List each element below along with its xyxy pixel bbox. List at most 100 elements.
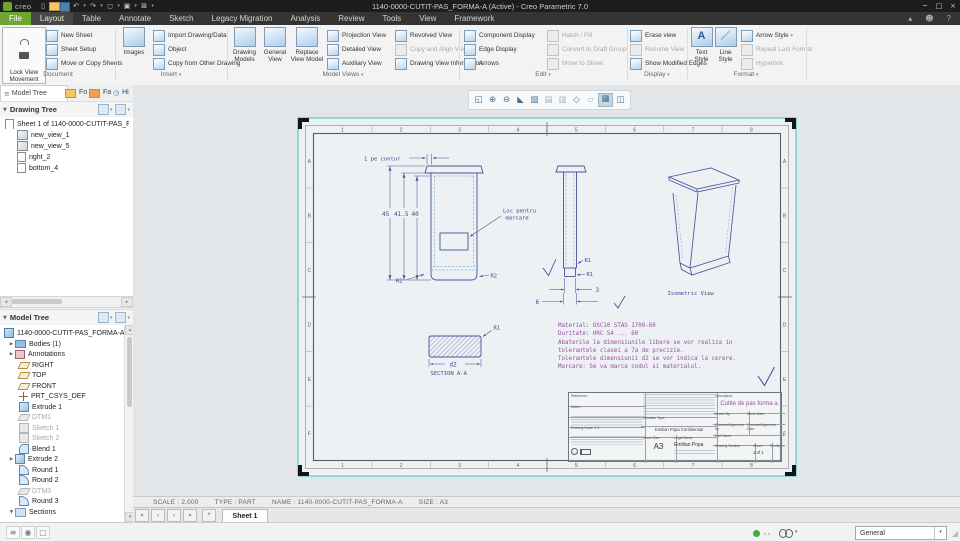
- view-graph-icon[interactable]: ◫: [614, 94, 627, 106]
- tab-sheet-1[interactable]: Sheet 1: [222, 508, 268, 523]
- tree-item-round-2[interactable]: Round 2: [0, 475, 143, 485]
- detailed-view-button[interactable]: Detailed View: [327, 43, 381, 56]
- prev-sheet-icon[interactable]: ‹: [151, 509, 165, 522]
- arrows-button[interactable]: Arrows: [464, 57, 499, 70]
- zoom-in-icon[interactable]: ⊕: [486, 94, 499, 106]
- selection-filter-select[interactable]: General ▾: [855, 526, 947, 540]
- erase-view-button[interactable]: Erase view: [630, 29, 676, 42]
- search-dropdown-icon[interactable]: ▾: [795, 529, 798, 535]
- collapse-icon[interactable]: ▼: [3, 107, 7, 113]
- minimize-ribbon-icon[interactable]: ▴: [899, 12, 921, 25]
- images-button[interactable]: Images: [118, 27, 150, 56]
- web-browser-icon[interactable]: ◉: [21, 526, 35, 539]
- tree-item-round-1[interactable]: Round 1: [0, 465, 143, 475]
- tree-item-sketch-2[interactable]: Sketch 2: [0, 433, 143, 443]
- tree-item-new-view-1[interactable]: new_view_1: [0, 130, 141, 140]
- drawing-tree-hscrollbar[interactable]: ◂ ▸: [0, 296, 133, 308]
- search-icon[interactable]: [779, 529, 793, 538]
- arrow-style-button[interactable]: Arrow Style ▾: [741, 29, 793, 42]
- quick-access-customize-icon[interactable]: ▾: [150, 1, 156, 11]
- projection-view-button[interactable]: Projection View: [327, 29, 386, 42]
- tree-filters-icon[interactable]: [97, 104, 109, 115]
- tab-framework[interactable]: Framework: [445, 12, 503, 25]
- display-style-icon[interactable]: ▧: [528, 94, 541, 106]
- tree-item-sketch-1[interactable]: Sketch 1: [0, 423, 143, 433]
- tree-item-dtm1[interactable]: DTM1: [0, 412, 143, 422]
- open-file-icon[interactable]: [48, 1, 60, 11]
- scroll-left-icon[interactable]: ◂: [0, 297, 12, 307]
- maximize-button[interactable]: □: [932, 1, 946, 11]
- replace-view-model-button[interactable]: Replace View Model: [290, 27, 324, 63]
- first-sheet-icon[interactable]: «: [135, 509, 149, 522]
- tab-table[interactable]: Table: [73, 12, 110, 25]
- text-style-button[interactable]: A Text Style: [690, 27, 713, 63]
- redo-icon[interactable]: ↷: [88, 1, 99, 11]
- save-icon[interactable]: [60, 1, 71, 12]
- move-copy-sheets-button[interactable]: Move or Copy Sheets: [46, 57, 122, 70]
- close-window-icon[interactable]: ⊠: [139, 1, 150, 11]
- scroll-right-icon[interactable]: ▸: [121, 297, 133, 307]
- tree-item-top-plane[interactable]: TOP: [0, 370, 143, 380]
- group-insert[interactable]: Insert ▾: [116, 71, 226, 78]
- last-sheet-icon[interactable]: »: [183, 509, 197, 522]
- window-box-icon[interactable]: ▢: [36, 526, 50, 539]
- tab-layout[interactable]: Layout: [30, 12, 73, 25]
- group-format[interactable]: Format ▾: [688, 71, 804, 78]
- filter-dropdown-icon[interactable]: ▾: [934, 527, 946, 539]
- resize-grip-icon[interactable]: ◢: [952, 529, 958, 538]
- tab-sketch[interactable]: Sketch: [160, 12, 202, 25]
- line-style-button[interactable]: ／ Line Style: [714, 27, 737, 63]
- repaint-icon[interactable]: ◣: [514, 94, 527, 106]
- tab-annotate[interactable]: Annotate: [110, 12, 160, 25]
- tree-settings-icon[interactable]: [115, 104, 127, 115]
- close-button[interactable]: ×: [946, 1, 960, 11]
- vscroll-thumb[interactable]: [126, 337, 132, 407]
- auxiliary-view-button[interactable]: Auxiliary View: [327, 57, 382, 70]
- next-sheet-icon[interactable]: ›: [167, 509, 181, 522]
- windows-icon[interactable]: ▣: [122, 1, 133, 11]
- group-display[interactable]: Display ▾: [628, 71, 686, 78]
- tab-model-tree[interactable]: ≡ Model Tree: [0, 85, 68, 101]
- saved-views-icon[interactable]: ▤: [542, 94, 555, 106]
- annotation-display-icon[interactable]: ▱: [584, 94, 597, 106]
- datum-filters-icon[interactable]: ▦: [598, 93, 613, 107]
- collapse-icon[interactable]: ▼: [3, 315, 7, 321]
- model-tree-settings-icon[interactable]: [115, 312, 127, 323]
- drawing-notes[interactable]: Material: OSC10 STAS 1700-60 Duritate: H…: [558, 322, 753, 372]
- datum-display-icon[interactable]: ◇: [570, 94, 583, 106]
- zoom-out-icon[interactable]: ⊖: [500, 94, 513, 106]
- tree-item-dtm3[interactable]: DTM3: [0, 486, 143, 496]
- select-region-icon[interactable]: ◻: [105, 1, 116, 11]
- tree-item-right-2[interactable]: right_2: [0, 152, 141, 162]
- tab-analysis[interactable]: Analysis: [281, 12, 329, 25]
- tab-file[interactable]: File: [0, 12, 31, 25]
- tab-view[interactable]: View: [410, 12, 445, 25]
- tree-item-blend-1[interactable]: Blend 1: [0, 444, 143, 454]
- drawing-models-button[interactable]: Drawing Models: [230, 27, 259, 63]
- tree-item-right-plane[interactable]: RIGHT: [0, 360, 143, 370]
- expand-icon[interactable]: ▶: [8, 457, 15, 462]
- general-view-button[interactable]: General View: [261, 27, 289, 63]
- expand-icon[interactable]: ▶: [8, 352, 15, 357]
- revolved-view-button[interactable]: Revolved View: [395, 29, 452, 42]
- tree-item-extrude-1[interactable]: Extrude 1: [0, 402, 143, 412]
- collapse-icon[interactable]: ▼: [8, 510, 15, 515]
- tree-columns-icon[interactable]: ≡: [6, 526, 20, 539]
- drawing-tree-header[interactable]: ▼ Drawing Tree ▾ ▾: [0, 101, 133, 118]
- model-tree-header[interactable]: ▼ Model Tree ▾ ▾: [0, 309, 133, 326]
- group-edit[interactable]: Edit ▾: [461, 71, 625, 78]
- import-drawing-button[interactable]: Import Drawing/Data: [153, 29, 227, 42]
- help-icon[interactable]: ?: [938, 12, 960, 25]
- title-block[interactable]: Reference: Notes: Drawing Scale: 1:1 Sit…: [568, 392, 785, 463]
- model-tree-filters-icon[interactable]: [97, 312, 109, 323]
- object-button[interactable]: Object: [153, 43, 186, 56]
- component-display-button[interactable]: Component Display: [464, 29, 535, 42]
- tab-legacy-migration[interactable]: Legacy Migration: [203, 12, 282, 25]
- tree-item-round-3[interactable]: Round 3: [0, 496, 143, 506]
- add-sheet-button[interactable]: +: [202, 509, 216, 522]
- tree-item-front-plane[interactable]: FRONT: [0, 381, 143, 391]
- new-file-icon[interactable]: ▯: [38, 1, 49, 11]
- tree-item-annotations[interactable]: ▶ Annotations: [0, 349, 132, 359]
- tab-review[interactable]: Review: [329, 12, 373, 25]
- tree-item-bodies[interactable]: ▶ Bodies (1): [0, 339, 132, 349]
